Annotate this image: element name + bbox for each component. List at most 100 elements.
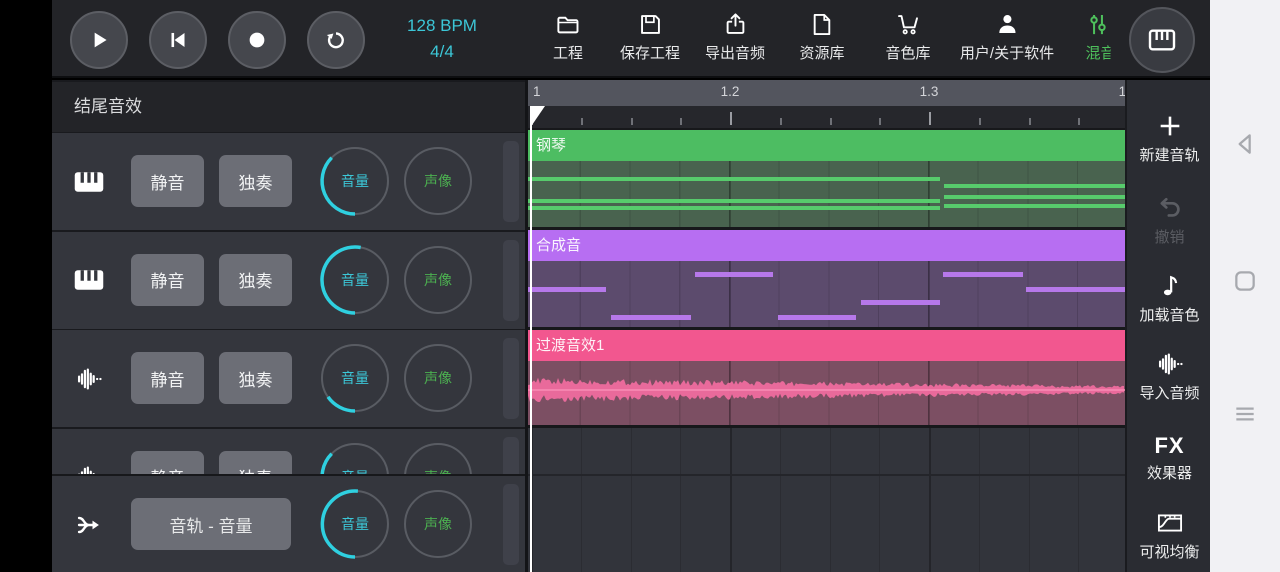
timeline-tracks[interactable]: 钢琴 合成音 过渡音效1 <box>528 128 1125 572</box>
ruler-tick <box>879 118 881 125</box>
lane-divider <box>528 474 1125 476</box>
load-sound-button[interactable]: 加载音色 <box>1127 272 1212 325</box>
audio-waveform <box>528 361 1125 425</box>
undo-icon <box>1127 194 1212 224</box>
solo-button[interactable]: 独奏 <box>219 155 292 207</box>
mute-button[interactable]: 静音 <box>131 352 204 404</box>
plus-icon <box>1127 112 1212 142</box>
clip-note <box>944 195 1125 199</box>
menu-resource-library[interactable]: 资源库 <box>799 11 844 63</box>
master-track-button[interactable]: 音轨 - 音量 <box>131 498 291 550</box>
ruler-tick <box>780 118 782 125</box>
waveform-icon <box>75 365 103 393</box>
track-row-1: 静音 独奏 音量 声像 <box>52 133 525 230</box>
fx-button[interactable]: FX 效果器 <box>1127 432 1212 483</box>
cart-icon <box>894 11 921 38</box>
fx-icon: FX <box>1154 433 1184 458</box>
record-button[interactable] <box>228 11 286 69</box>
piano-icon <box>71 262 107 298</box>
export-icon <box>721 11 748 38</box>
volume-knob[interactable]: 音量 <box>318 341 392 415</box>
menu-project[interactable]: 工程 <box>553 11 583 63</box>
bpm-display[interactable]: 128 BPM 4/4 <box>382 13 502 65</box>
ruler-tick <box>680 118 682 125</box>
rewind-button[interactable] <box>149 11 207 69</box>
clip-body[interactable] <box>528 361 1125 425</box>
clip-note <box>528 206 940 210</box>
track-meter <box>503 338 519 419</box>
track-meter <box>503 141 519 222</box>
record-icon <box>244 27 270 53</box>
piano-track-icon[interactable] <box>66 133 112 230</box>
clip-body[interactable] <box>528 161 1125 227</box>
menu-export-audio[interactable]: 导出音频 <box>705 11 765 63</box>
ruler-tick <box>631 118 633 125</box>
clip-header[interactable]: 钢琴 <box>528 130 1125 161</box>
play-button[interactable] <box>70 11 128 69</box>
mute-button[interactable]: 静音 <box>131 155 204 207</box>
bpm-value: 128 BPM <box>382 13 502 39</box>
home-button[interactable] <box>1210 265 1280 297</box>
rewind-to-start-icon <box>165 27 191 53</box>
clip-note <box>944 184 1125 188</box>
keyboard-button[interactable] <box>1129 7 1195 73</box>
menu-save-project[interactable]: 保存工程 <box>620 11 680 63</box>
main-content: 结尾音效 静音 独奏 音量 声像 静音 独奏 音量 声像 <box>52 80 1210 572</box>
clip-note <box>861 300 940 305</box>
ruler-tick <box>830 118 832 125</box>
timeline-ruler[interactable]: 1 1.2 1.3 1.4 <box>528 80 1125 106</box>
transport-toolbar: 128 BPM 4/4 工程 保存工程 导出音频 资源库 音色库 <box>52 0 1210 78</box>
master-track-icon[interactable] <box>66 476 112 572</box>
clip-note <box>695 272 773 277</box>
pan-knob[interactable]: 声像 <box>401 487 475 561</box>
audio-track-icon[interactable] <box>66 330 112 427</box>
back-button[interactable] <box>1210 128 1280 160</box>
solo-button[interactable]: 独奏 <box>219 254 292 306</box>
volume-knob[interactable]: 音量 <box>318 243 392 317</box>
timeline[interactable]: 1 1.2 1.3 1.4 钢琴 合成音 <box>528 80 1125 572</box>
clip-header[interactable]: 过渡音效1 <box>528 330 1125 361</box>
app-window: 128 BPM 4/4 工程 保存工程 导出音频 资源库 音色库 <box>52 0 1210 572</box>
ruler-label: 1 <box>533 84 541 99</box>
track-meter <box>503 484 519 565</box>
loop-icon <box>323 27 349 53</box>
ruler-tick <box>1029 118 1031 125</box>
back-icon <box>1229 128 1261 160</box>
clip-note <box>528 287 606 292</box>
menu-mixer[interactable]: 混音 <box>1085 11 1112 63</box>
loop-button[interactable] <box>307 11 365 69</box>
menu-user-about[interactable]: 用户/关于软件 <box>960 11 1054 63</box>
mute-button[interactable]: 静音 <box>131 254 204 306</box>
ruler-tick <box>929 112 931 125</box>
ruler-tick <box>730 112 732 125</box>
volume-knob[interactable]: 音量 <box>318 144 392 218</box>
clip-title: 过渡音效1 <box>536 337 604 354</box>
clip-body[interactable] <box>528 261 1125 327</box>
master-track-row: 音轨 - 音量 音量 声像 <box>52 474 525 572</box>
clip-note <box>778 315 856 320</box>
timeline-ticks[interactable] <box>528 106 1125 128</box>
recents-button[interactable] <box>1210 398 1280 430</box>
pan-knob[interactable]: 声像 <box>401 144 475 218</box>
volume-knob[interactable]: 音量 <box>318 487 392 561</box>
track-row-2: 静音 独奏 音量 声像 <box>52 232 525 329</box>
piano-track-icon[interactable] <box>66 232 112 329</box>
solo-button[interactable]: 独奏 <box>219 352 292 404</box>
clip-note <box>1026 287 1125 292</box>
tools-sidebar: 新建音轨 撤销 加载音色 导入音频 FX 效果器 <box>1125 80 1210 572</box>
document-icon <box>808 11 835 38</box>
screen: 128 BPM 4/4 工程 保存工程 导出音频 资源库 音色库 <box>0 0 1280 572</box>
pan-knob[interactable]: 声像 <box>401 341 475 415</box>
clip-title: 钢琴 <box>536 137 566 154</box>
home-icon <box>1229 265 1261 297</box>
clip-header[interactable]: 合成音 <box>528 230 1125 261</box>
import-audio-button[interactable]: 导入音频 <box>1127 350 1212 403</box>
undo-button[interactable]: 撤销 <box>1127 194 1212 247</box>
piano-icon <box>71 164 107 200</box>
clip-note <box>528 199 940 203</box>
pan-knob[interactable]: 声像 <box>401 243 475 317</box>
menu-sound-store[interactable]: 音色库 <box>885 11 930 63</box>
new-track-button[interactable]: 新建音轨 <box>1127 112 1212 165</box>
visual-eq-button[interactable]: 可视均衡 <box>1127 509 1212 562</box>
ruler-tick <box>1078 118 1080 125</box>
